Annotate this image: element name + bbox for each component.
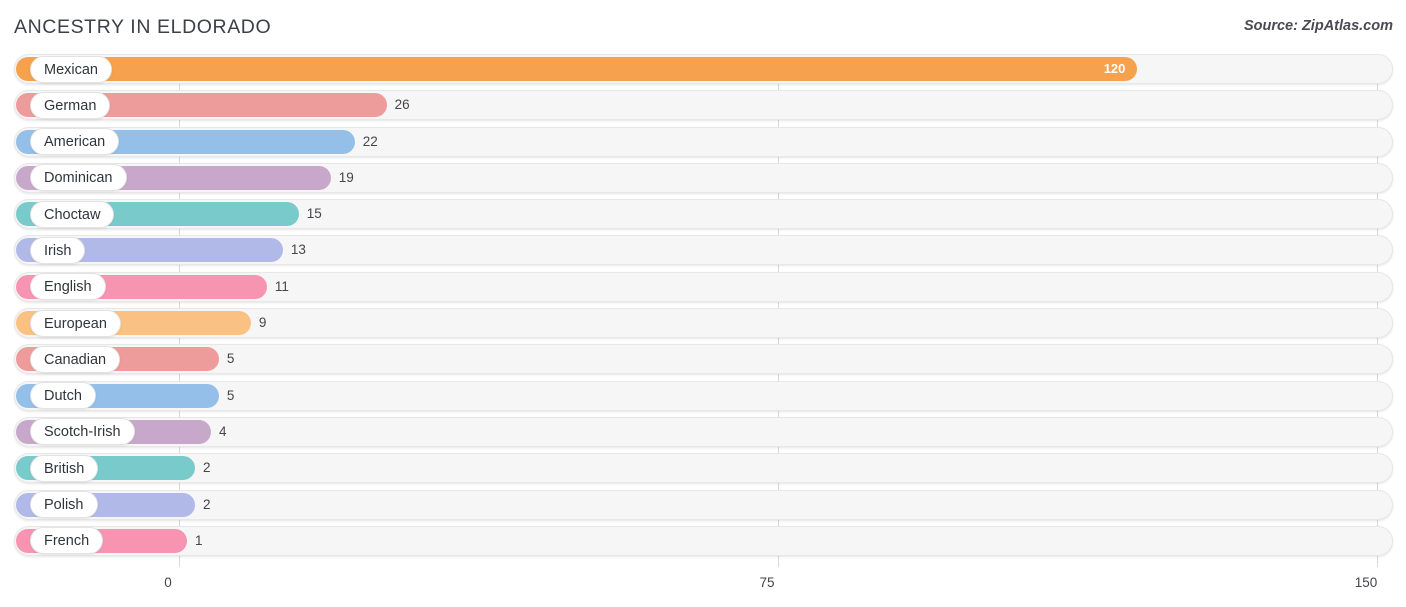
bar-track	[14, 453, 1393, 484]
bar-row[interactable]: 5 Dutch	[0, 380, 1406, 411]
bar-row[interactable]: 13 Irish	[0, 235, 1406, 266]
bar-value-label: 19	[338, 169, 354, 185]
bar-value-label: 11	[274, 278, 289, 294]
bar-category-label[interactable]: Polish	[30, 491, 98, 519]
bar-category-label[interactable]: Dominican	[30, 164, 127, 192]
bar-value-label: 13	[290, 242, 306, 258]
bar-track	[14, 489, 1393, 520]
bar-track	[14, 380, 1393, 411]
bar-value-label: 1	[194, 532, 203, 548]
page-title: ANCESTRY IN ELDORADO	[14, 16, 272, 38]
bar-value-label: 9	[258, 315, 267, 331]
bar-row[interactable]: 19 Dominican	[0, 162, 1406, 193]
bar-category-label[interactable]: Choctaw	[30, 200, 115, 228]
x-axis: 0 75 150	[0, 567, 1406, 607]
bar-value-label: 5	[226, 387, 235, 403]
bar[interactable]: 120	[16, 57, 1138, 81]
bar-track	[14, 525, 1393, 556]
bar-rows: 120 Mexican 26 German 22 American 19 Dominican 1…	[0, 54, 1406, 562]
bar-category-label[interactable]: Mexican	[30, 55, 112, 83]
bar-value-label: 2	[202, 496, 211, 512]
x-axis-tick-label: 150	[1354, 575, 1378, 590]
bar-category-label[interactable]: Canadian	[30, 345, 121, 373]
bar-category-label[interactable]: Scotch-Irish	[30, 418, 135, 446]
bar-row[interactable]: 26 German	[0, 90, 1406, 121]
bar-value-label: 5	[226, 351, 235, 367]
bar-row[interactable]: 4 Scotch-Irish	[0, 416, 1406, 447]
chart-plot-area: 120 Mexican 26 German 22 American 19 Dominican 1…	[0, 54, 1406, 567]
source-attribution: Source: ZipAtlas.com	[1243, 18, 1393, 34]
bar-value-label: 15	[306, 206, 322, 222]
bar-row[interactable]: 9 European	[0, 308, 1406, 339]
chart-header: ANCESTRY IN ELDORADO Source: ZipAtlas.co…	[0, 0, 1406, 54]
x-axis-tick-label: 0	[164, 575, 172, 590]
bar-category-label[interactable]: English	[30, 273, 106, 301]
bar-value-label: 120	[1103, 61, 1126, 76]
bar-category-label[interactable]: Dutch	[30, 382, 96, 410]
bar-value-label: 26	[394, 97, 410, 113]
bar-row[interactable]: 1 French	[0, 525, 1406, 556]
bar-category-label[interactable]: Irish	[30, 236, 86, 264]
bar-value-label: 2	[202, 460, 211, 476]
bar-category-label[interactable]: American	[30, 128, 120, 156]
bar-value-label: 22	[362, 133, 378, 149]
bar-row[interactable]: 22 American	[0, 126, 1406, 157]
bar-row[interactable]: 11 English	[0, 271, 1406, 302]
bar-row[interactable]: 2 British	[0, 453, 1406, 484]
bar-row[interactable]: 15 Choctaw	[0, 199, 1406, 230]
x-axis-tick-label: 75	[759, 575, 775, 590]
bar-row[interactable]: 120 Mexican	[0, 54, 1406, 84]
bar-category-label[interactable]: British	[30, 454, 99, 482]
bar-category-label[interactable]: French	[30, 527, 104, 555]
bar-row[interactable]: 2 Polish	[0, 489, 1406, 520]
bar-category-label[interactable]: European	[30, 309, 121, 337]
bar-track	[14, 344, 1393, 375]
bar-category-label[interactable]: German	[30, 91, 111, 119]
bar-row[interactable]: 5 Canadian	[0, 344, 1406, 375]
bar-value-label: 4	[218, 423, 227, 439]
